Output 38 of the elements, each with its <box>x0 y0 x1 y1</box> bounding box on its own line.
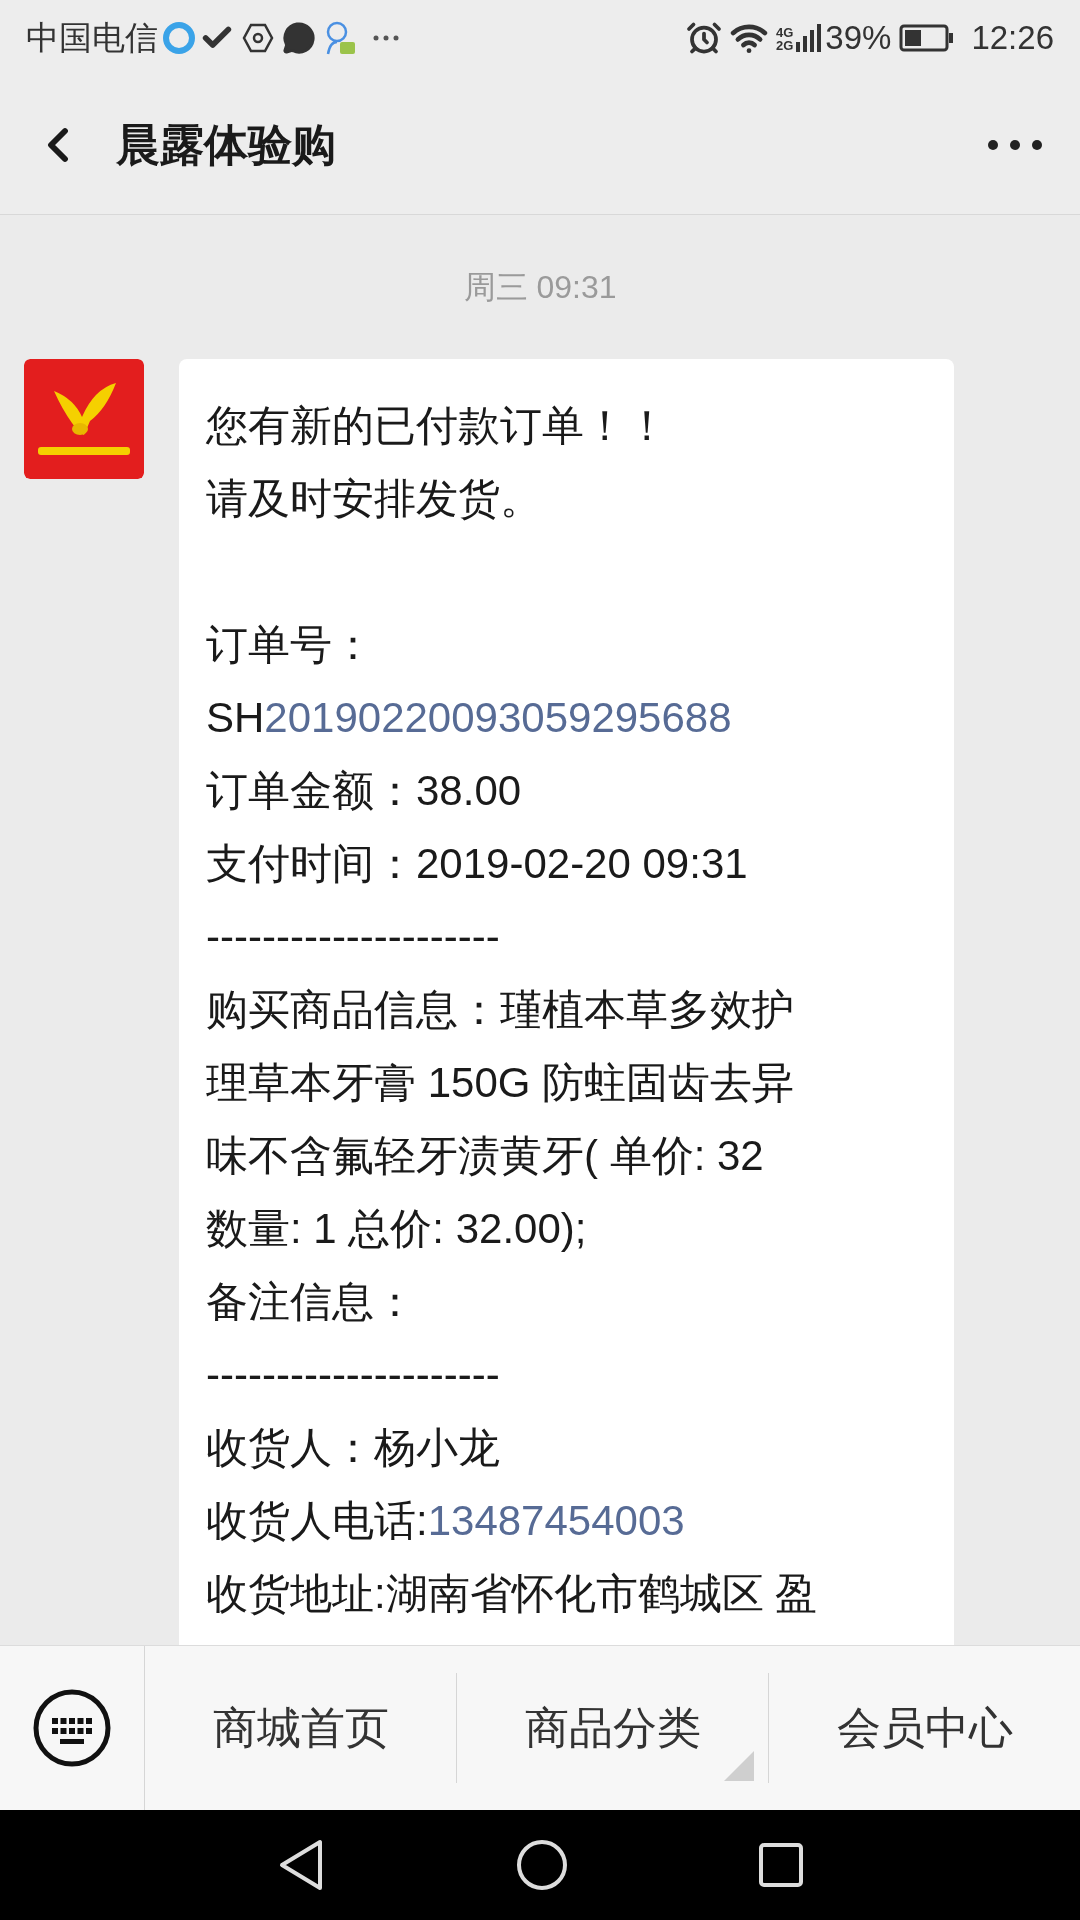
menu-tab[interactable]: 会员中心 <box>769 1673 1080 1783</box>
message-line: --------------------- <box>206 1350 501 1400</box>
browser-icon <box>162 20 196 55</box>
message-line: 数量: 1 总价: 32.00); <box>206 1204 588 1254</box>
message-label: SH <box>206 693 265 743</box>
menu-tab[interactable]: 商城首页 <box>145 1673 457 1783</box>
more-icon <box>372 33 400 42</box>
message-line: 购买商品信息：瑾植本草多效护 <box>206 985 795 1035</box>
message-line: 请及时安排发货。 <box>206 474 543 524</box>
person-icon <box>324 19 356 56</box>
message-link[interactable]: 20190220093059295688 <box>264 681 732 754</box>
battery-icon <box>899 22 956 53</box>
message-line: 收货人：杨小龙 <box>206 1423 501 1473</box>
hexagon-icon <box>242 21 274 54</box>
menu-tab[interactable]: 商品分类 <box>457 1673 769 1783</box>
message-line: 备注信息： <box>206 1277 417 1327</box>
message-line: 收货地址:湖南省怀化市鹤城区 盈 <box>206 1569 819 1619</box>
more-icon <box>988 139 1042 150</box>
message-timestamp: 周三 09:31 <box>463 268 617 307</box>
home-nav-button[interactable] <box>516 1839 568 1891</box>
message-line: 订单金额：38.00 <box>206 766 523 816</box>
carrier-name: 中国电信 <box>26 17 158 58</box>
chat-icon <box>282 20 316 55</box>
message-line: 订单号： <box>206 620 375 670</box>
message-label: 收货人电话: <box>206 1496 428 1546</box>
recents-nav-button[interactable] <box>758 1842 804 1888</box>
message-line: --------------------- <box>206 912 501 962</box>
clock-time: 12:26 <box>971 17 1054 58</box>
battery-percent: 39% <box>825 17 892 58</box>
message-line: 味不含氟轻牙渍黄牙( 单价: 32 <box>206 1131 765 1181</box>
message-link[interactable]: 13487454003 <box>427 1484 685 1557</box>
square-icon <box>758 1842 804 1888</box>
chat-title: 晨露体验购 <box>116 118 336 171</box>
keyboard-icon <box>32 1688 112 1768</box>
message-line: 支付时间：2019-02-20 09:31 <box>206 839 749 889</box>
message-line: 理草本牙膏 150G 防蛀固齿去异 <box>206 1058 796 1108</box>
message-line: 您有新的已付款订单！！ <box>206 401 669 451</box>
circle-icon <box>516 1839 568 1891</box>
